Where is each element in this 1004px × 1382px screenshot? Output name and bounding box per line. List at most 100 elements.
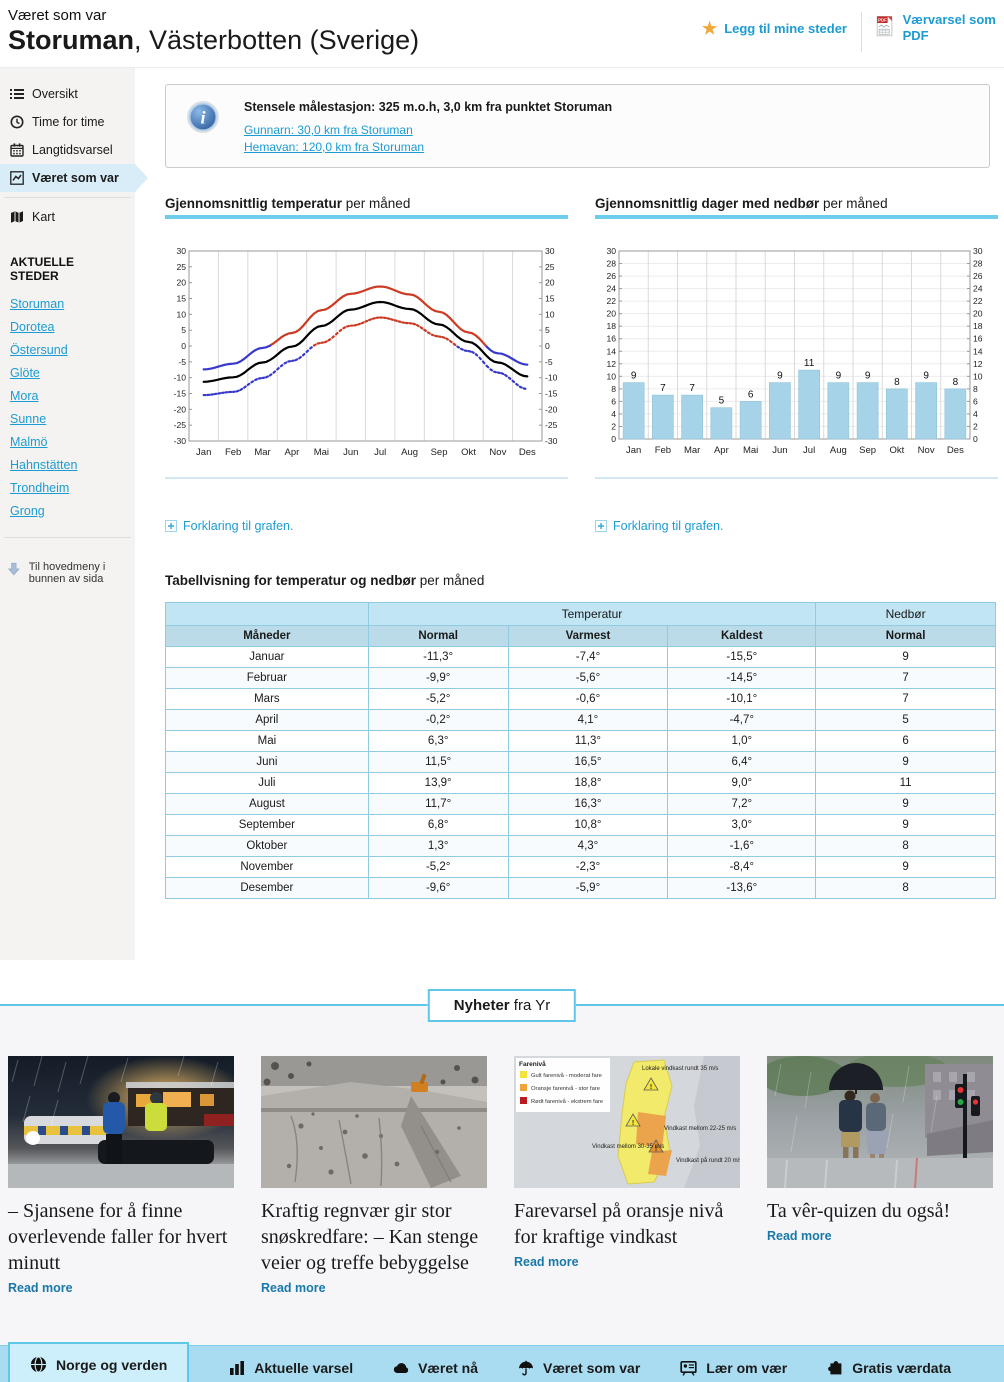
pdf-forecast-link[interactable]: PDF Værvarsel som PDF xyxy=(876,12,998,44)
divider xyxy=(4,537,131,538)
station-title: Stensele målestasjon: 325 m.o.h, 3,0 km … xyxy=(244,100,612,114)
svg-text:15: 15 xyxy=(176,294,186,304)
to-main-menu-link[interactable]: Til hovedmeny i bunnen av sida xyxy=(0,543,135,585)
svg-text:5: 5 xyxy=(719,396,725,407)
sidebar: Oversikt Time for time Langtidsvarsel xyxy=(0,68,135,960)
footer-item-varet-na[interactable]: Været nå xyxy=(393,1360,478,1376)
svg-text:22: 22 xyxy=(606,296,616,306)
svg-text:-5: -5 xyxy=(545,357,553,367)
read-more-link[interactable]: Read more xyxy=(514,1255,579,1269)
place-link-mora[interactable]: Mora xyxy=(0,385,135,408)
svg-text:30: 30 xyxy=(545,246,555,256)
sidebar-item-kart[interactable]: Kart xyxy=(0,203,135,231)
news-title[interactable]: Kraftig regnvær gir stor snøskredfare: –… xyxy=(261,1198,487,1276)
place-link-ostersund[interactable]: Östersund xyxy=(0,339,135,362)
station-info-box: i Stensele målestasjon: 325 m.o.h, 3,0 k… xyxy=(165,84,990,168)
svg-text:0: 0 xyxy=(973,434,978,444)
place-link-glote[interactable]: Glöte xyxy=(0,362,135,385)
table-group-header-row: Temperatur Nedbør xyxy=(166,603,996,626)
svg-text:Farenivå: Farenivå xyxy=(519,1060,546,1068)
svg-text:16: 16 xyxy=(973,334,983,344)
read-more-link[interactable]: Read more xyxy=(261,1281,326,1295)
footer-nav: Norge og verden Aktuelle varsel Været nå… xyxy=(0,1345,1004,1382)
svg-text:-25: -25 xyxy=(545,420,558,430)
station-link-hemavan[interactable]: Hemavan: 120,0 km fra Storuman xyxy=(244,140,612,154)
explain-graph-link-precipitation[interactable]: Forklaring til grafen. xyxy=(595,519,723,533)
news-card-2: Kraftig regnvær gir stor snøskredfare: –… xyxy=(261,1056,487,1297)
svg-text:PDF: PDF xyxy=(878,17,887,22)
svg-text:11: 11 xyxy=(804,358,815,369)
place-link-storuman[interactable]: Storuman xyxy=(0,293,135,316)
chart-separator xyxy=(165,477,568,479)
sidebar-item-oversikt[interactable]: Oversikt xyxy=(0,80,135,108)
svg-text:-30: -30 xyxy=(174,436,187,446)
table-heading: Tabellvisning for temperatur og nedbør p… xyxy=(165,573,1004,588)
svg-text:24: 24 xyxy=(606,284,616,294)
place-link-trondheim[interactable]: Trondheim xyxy=(0,477,135,500)
place-link-malmo[interactable]: Malmö xyxy=(0,431,135,454)
place-link-sunne[interactable]: Sunne xyxy=(0,408,135,431)
news-image-wind-warning-map[interactable]: !!! Farenivå Gult farenivå - moderat far… xyxy=(514,1056,740,1188)
sidebar-item-time-for-time[interactable]: Time for time xyxy=(0,108,135,136)
news-image-rain-street[interactable] xyxy=(767,1056,993,1188)
line-chart-icon xyxy=(10,171,24,185)
svg-text:Rødt farenivå - ekstrem fare: Rødt farenivå - ekstrem fare xyxy=(531,1098,603,1105)
news-title[interactable]: Ta vêr-quizen du også! xyxy=(767,1198,993,1224)
svg-text:Vindkast mellom 22-25 m/s: Vindkast mellom 22-25 m/s xyxy=(664,1126,736,1132)
svg-text:6: 6 xyxy=(748,389,754,400)
svg-text:Oransje farenivå - stor fare: Oransje farenivå - stor fare xyxy=(531,1085,600,1092)
place-name: Storuman xyxy=(8,25,134,55)
charts-row: Gjennomsnittlig temperatur per måned -30… xyxy=(165,196,1004,537)
station-link-gunnarn[interactable]: Gunnarn: 30,0 km fra Storuman xyxy=(244,123,612,137)
read-more-link[interactable]: Read more xyxy=(8,1281,73,1295)
table-section: Tabellvisning for temperatur og nedbør p… xyxy=(165,573,1004,899)
svg-text:Okt: Okt xyxy=(461,447,476,458)
footer-item-aktuelle-varsel[interactable]: Aktuelle varsel xyxy=(229,1360,353,1376)
place-link-dorotea[interactable]: Dorotea xyxy=(0,316,135,339)
svg-text:20: 20 xyxy=(973,309,983,319)
calendar-icon xyxy=(10,143,24,157)
svg-text:Mar: Mar xyxy=(684,445,700,456)
svg-text:18: 18 xyxy=(606,321,616,331)
places-heading: AKTUELLE STEDER xyxy=(0,231,135,293)
read-more-link[interactable]: Read more xyxy=(767,1229,832,1243)
svg-text:Mar: Mar xyxy=(254,447,270,458)
footer-item-laer-om-vaer[interactable]: Lær om vær xyxy=(680,1360,787,1376)
clock-icon xyxy=(10,115,24,129)
news-title[interactable]: – Sjansene for å finne overlevende falle… xyxy=(8,1198,234,1276)
svg-text:9: 9 xyxy=(865,371,871,382)
svg-text:9: 9 xyxy=(923,371,929,382)
place-link-grong[interactable]: Grong xyxy=(0,500,135,523)
chart-separator xyxy=(595,477,998,479)
region-name: , Västerbotten (Sverige) xyxy=(134,25,419,55)
svg-text:20: 20 xyxy=(606,309,616,319)
table-row: Juni11,5°16,5°6,4°9 xyxy=(166,752,996,773)
svg-text:-5: -5 xyxy=(178,357,186,367)
svg-text:25: 25 xyxy=(176,262,186,272)
footer-item-varet-som-var[interactable]: Været som var xyxy=(518,1360,640,1376)
footer-item-gratis-vaerdata[interactable]: Gratis værdata xyxy=(827,1360,951,1376)
puzzle-icon xyxy=(827,1360,843,1376)
svg-text:4: 4 xyxy=(973,409,978,419)
news-image-avalanche[interactable] xyxy=(261,1056,487,1188)
title-underline xyxy=(165,215,568,219)
svg-text:9: 9 xyxy=(836,371,842,382)
svg-text:6: 6 xyxy=(973,396,978,406)
place-link-hahnstatten[interactable]: Hahnstätten xyxy=(0,454,135,477)
news-heading-box: Nyheter fra Yr xyxy=(428,989,576,1022)
sidebar-item-langtidsvarsel[interactable]: Langtidsvarsel xyxy=(0,136,135,164)
news-card-3: !!! Farenivå Gult farenivå - moderat far… xyxy=(514,1056,740,1297)
sidebar-item-varet-som-var[interactable]: Været som var xyxy=(0,164,135,192)
svg-text:Feb: Feb xyxy=(225,447,241,458)
news-image-rescue-night[interactable] xyxy=(8,1056,234,1188)
footer-item-norge-og-verden[interactable]: Norge og verden xyxy=(8,1342,189,1382)
news-card-4: Ta vêr-quizen du også! Read more xyxy=(767,1056,993,1297)
explain-graph-link-temperature[interactable]: Forklaring til grafen. xyxy=(165,519,293,533)
svg-text:14: 14 xyxy=(606,346,616,356)
main-content: i Stensele målestasjon: 325 m.o.h, 3,0 k… xyxy=(135,68,1004,960)
cloud-icon xyxy=(393,1360,409,1376)
news-title[interactable]: Farevarsel på oransje nivå for kraftige … xyxy=(514,1198,740,1250)
svg-text:8: 8 xyxy=(894,377,900,388)
svg-text:-10: -10 xyxy=(545,373,558,383)
add-to-my-places-link[interactable]: ★ Legg til mine steder xyxy=(702,20,847,37)
